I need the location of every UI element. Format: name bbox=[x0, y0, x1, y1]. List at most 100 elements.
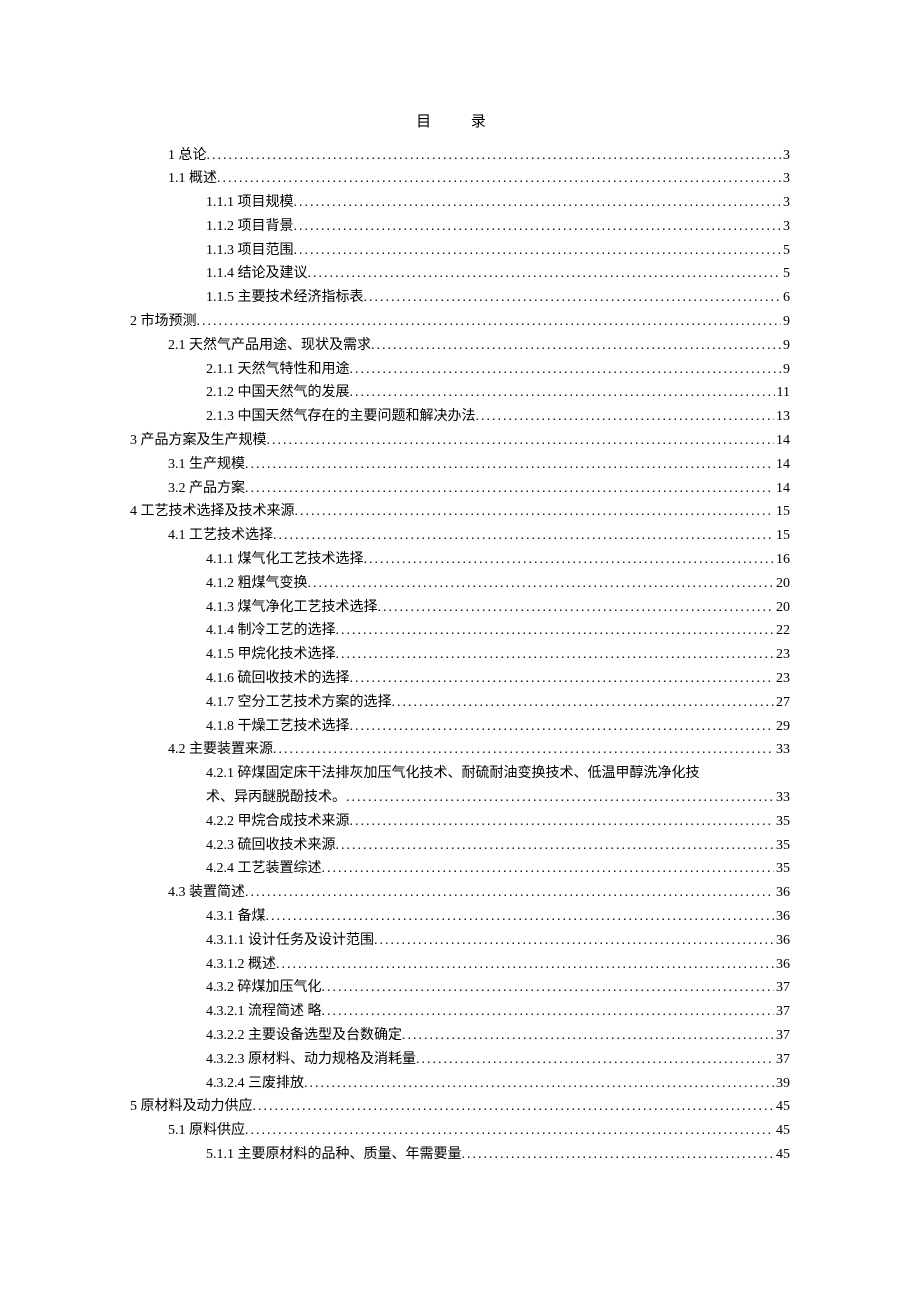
toc-entry-text: 4.3.2.4 三废排放 bbox=[206, 1072, 304, 1096]
toc-leader-dots bbox=[346, 786, 774, 810]
toc-leader-dots bbox=[322, 857, 775, 881]
toc-entry-text: 4.3.2.1 流程简述 略 bbox=[206, 1000, 322, 1024]
toc-leader-dots bbox=[336, 643, 775, 667]
toc-entry-text: 2.1.1 天然气特性和用途 bbox=[206, 358, 350, 382]
toc-leader-dots bbox=[350, 810, 775, 834]
toc-entry-text: 2.1 天然气产品用途、现状及需求 bbox=[168, 334, 371, 358]
toc-entry-page: 36 bbox=[774, 881, 790, 905]
toc-entry-page: 15 bbox=[774, 524, 790, 548]
toc-leader-dots bbox=[308, 572, 775, 596]
toc-entry-page: 15 bbox=[774, 500, 790, 524]
toc-entry: 1.1.3 项目范围 5 bbox=[130, 239, 790, 263]
toc-entry: 4.3.2.1 流程简述 略 37 bbox=[130, 1000, 790, 1024]
toc-leader-dots bbox=[476, 405, 775, 429]
toc-entry: 4.3.1.1 设计任务及设计范围36 bbox=[130, 929, 790, 953]
toc-leader-dots bbox=[217, 167, 781, 191]
toc-leader-dots bbox=[322, 1000, 775, 1024]
toc-entry-page: 3 bbox=[781, 167, 790, 191]
toc-leader-dots bbox=[276, 953, 774, 977]
toc-entry: 1.1.1 项目规模3 bbox=[130, 191, 790, 215]
toc-entry: 4.1.7 空分工艺技术方案的选择27 bbox=[130, 691, 790, 715]
toc-entry-text: 4.1.5 甲烷化技术选择 bbox=[206, 643, 336, 667]
toc-entry: 4.2.2 甲烷合成技术来源35 bbox=[130, 810, 790, 834]
toc-entry-text: 1 总论 bbox=[168, 144, 207, 168]
toc-entry-page: 5 bbox=[781, 262, 790, 286]
toc-entry: 2.1 天然气产品用途、现状及需求9 bbox=[130, 334, 790, 358]
toc-entry-text: 4.3.1 备煤 bbox=[206, 905, 266, 929]
toc-entry: 1.1.4 结论及建议 5 bbox=[130, 262, 790, 286]
toc-leader-dots bbox=[294, 191, 782, 215]
toc-leader-dots bbox=[350, 715, 775, 739]
toc-leader-dots bbox=[197, 310, 782, 334]
toc-entry: 4.3.2 碎煤加压气化37 bbox=[130, 976, 790, 1000]
toc-entry: 1.1.5 主要技术经济指标表6 bbox=[130, 286, 790, 310]
toc-entry-text: 1.1.4 结论及建议 bbox=[206, 262, 308, 286]
toc-entry-page: 5 bbox=[781, 239, 790, 263]
toc-entry-page: 35 bbox=[774, 857, 790, 881]
toc-entry-text: 4.2.4 工艺装置综述 bbox=[206, 857, 322, 881]
toc-leader-dots bbox=[364, 286, 782, 310]
toc-entry: 4.1 工艺技术选择 15 bbox=[130, 524, 790, 548]
toc-entry: 4.2.1 碎煤固定床干法排灰加压气化技术、耐硫耐油变换技术、低温甲醇洗净化技术… bbox=[130, 762, 790, 810]
toc-entry-page: 37 bbox=[774, 1048, 790, 1072]
toc-leader-dots bbox=[336, 834, 775, 858]
toc-entry-text: 术、异丙醚脱酚技术。 bbox=[206, 786, 346, 810]
toc-entry: 2.1.2 中国天然气的发展 11 bbox=[130, 381, 790, 405]
toc-entry: 5.1 原料供应45 bbox=[130, 1119, 790, 1143]
toc-entry: 2 市场预测9 bbox=[130, 310, 790, 334]
toc-entry: 5.1.1 主要原材料的品种、质量、年需要量45 bbox=[130, 1143, 790, 1167]
toc-title: 目 录 bbox=[130, 110, 790, 136]
toc-entry-page: 45 bbox=[774, 1119, 790, 1143]
toc-leader-dots bbox=[245, 477, 774, 501]
toc-entry-page: 27 bbox=[774, 691, 790, 715]
toc-entry-page: 20 bbox=[774, 572, 790, 596]
toc-entry-page: 37 bbox=[774, 1000, 790, 1024]
toc-entry-text: 2.1.2 中国天然气的发展 bbox=[206, 381, 350, 405]
toc-leader-dots bbox=[245, 881, 774, 905]
toc-entry-page: 16 bbox=[774, 548, 790, 572]
toc-leader-dots bbox=[350, 667, 775, 691]
toc-entry-text: 4.3.2 碎煤加压气化 bbox=[206, 976, 322, 1000]
toc-leader-dots bbox=[304, 1072, 774, 1096]
toc-entry: 4.3.1 备煤36 bbox=[130, 905, 790, 929]
toc-entry: 4.1.4 制冷工艺的选择22 bbox=[130, 619, 790, 643]
toc-entry: 3.1 生产规模14 bbox=[130, 453, 790, 477]
toc-entry-page: 14 bbox=[774, 453, 790, 477]
toc-entry-page: 9 bbox=[781, 358, 790, 382]
toc-entry-text: 4 工艺技术选择及技术来源 bbox=[130, 500, 295, 524]
table-of-contents: 1 总论31.1 概述31.1.1 项目规模31.1.2 项目背景31.1.3 … bbox=[130, 144, 790, 1167]
toc-entry-text: 1.1.2 项目背景 bbox=[206, 215, 294, 239]
toc-entry-page: 35 bbox=[774, 834, 790, 858]
toc-entry: 4.1.1 煤气化工艺技术选择 16 bbox=[130, 548, 790, 572]
toc-entry-page: 37 bbox=[774, 1024, 790, 1048]
toc-entry-page: 23 bbox=[774, 667, 790, 691]
toc-leader-dots bbox=[253, 1095, 775, 1119]
toc-entry-page: 29 bbox=[774, 715, 790, 739]
toc-entry: 4.3.2.3 原材料、动力规格及消耗量37 bbox=[130, 1048, 790, 1072]
toc-entry-page: 11 bbox=[775, 381, 790, 405]
toc-entry-page: 23 bbox=[774, 643, 790, 667]
toc-entry-text: 2.1.3 中国天然气存在的主要问题和解决办法 bbox=[206, 405, 476, 429]
toc-entry: 2.1.1 天然气特性和用途 9 bbox=[130, 358, 790, 382]
toc-entry-text: 1.1 概述 bbox=[168, 167, 217, 191]
toc-entry-text: 2 市场预测 bbox=[130, 310, 197, 334]
toc-entry: 4.1.3 煤气净化工艺技术选择20 bbox=[130, 596, 790, 620]
toc-entry-page: 3 bbox=[781, 215, 790, 239]
toc-entry-page: 33 bbox=[774, 786, 790, 810]
toc-entry: 4.1.8 干燥工艺技术选择 29 bbox=[130, 715, 790, 739]
toc-leader-dots bbox=[350, 358, 782, 382]
toc-entry-text: 4.1.1 煤气化工艺技术选择 bbox=[206, 548, 364, 572]
toc-leader-dots bbox=[462, 1143, 775, 1167]
toc-entry-text: 4.1 工艺技术选择 bbox=[168, 524, 273, 548]
toc-entry: 4.2 主要装置来源33 bbox=[130, 738, 790, 762]
toc-entry-text: 1.1.3 项目范围 bbox=[206, 239, 294, 263]
toc-entry-page: 36 bbox=[774, 929, 790, 953]
toc-entry-page: 33 bbox=[774, 738, 790, 762]
toc-entry-text: 4.1.8 干燥工艺技术选择 bbox=[206, 715, 350, 739]
toc-entry-page: 3 bbox=[781, 144, 790, 168]
toc-entry-page: 14 bbox=[774, 429, 790, 453]
toc-entry: 4.3.2.2 主要设备选型及台数确定37 bbox=[130, 1024, 790, 1048]
toc-entry: 4.1.6 硫回收技术的选择 23 bbox=[130, 667, 790, 691]
toc-entry-text: 4.1.2 粗煤气变换 bbox=[206, 572, 308, 596]
toc-entry-text: 4.1.6 硫回收技术的选择 bbox=[206, 667, 350, 691]
